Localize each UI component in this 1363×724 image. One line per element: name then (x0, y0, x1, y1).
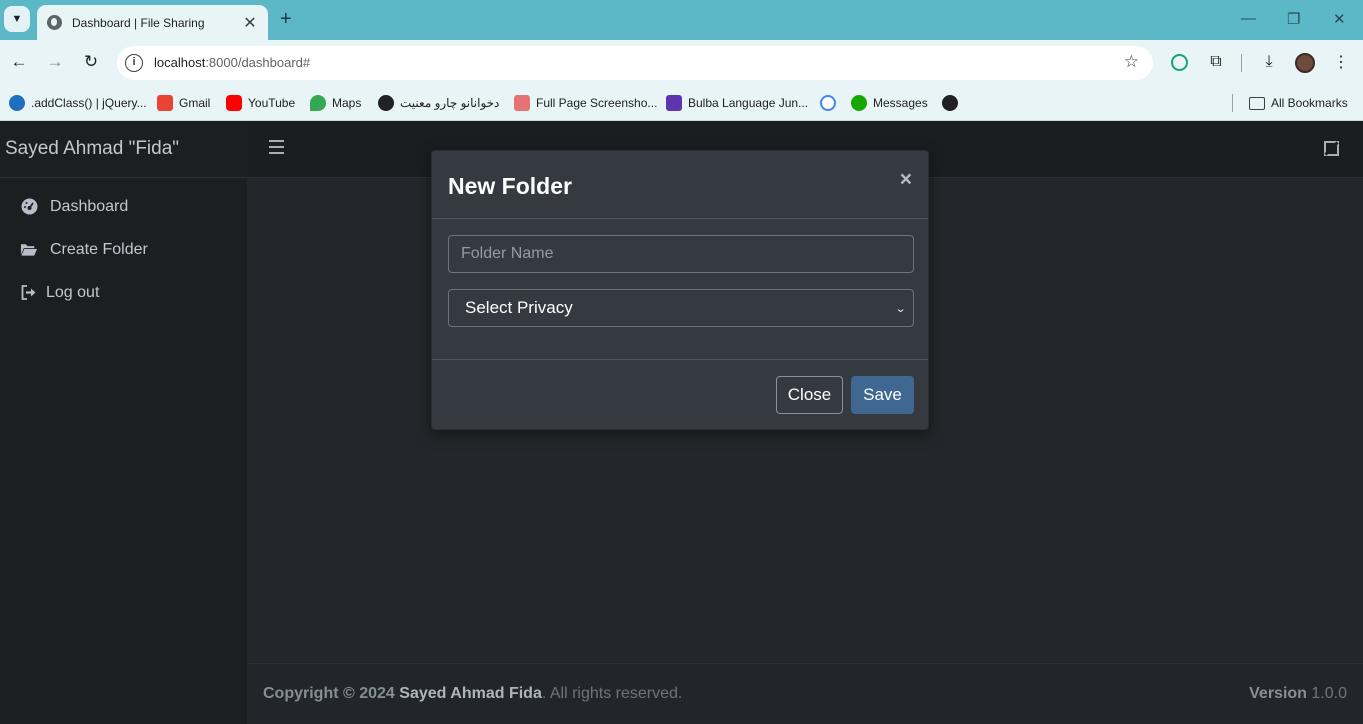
upwork-icon (851, 95, 867, 111)
sidebar-item-label: Create Folder (50, 240, 148, 258)
back-icon[interactable]: ← (9, 52, 29, 72)
sidebar: Sayed Ahmad "Fida" Dashboard Create Fold… (0, 121, 247, 724)
version-value: 1.0.0 (1311, 685, 1347, 702)
bookmarks-divider (1232, 94, 1233, 112)
bookmark-youtube[interactable]: YouTube (226, 93, 295, 113)
bookmark-jquery[interactable]: .addClass() | jQuery... (9, 93, 147, 113)
globe-favicon-icon (47, 15, 62, 30)
footer: Copyright © 2024 Sayed Ahmad Fida. All r… (247, 663, 1363, 724)
list-icon (666, 95, 682, 111)
grammarly-extension-icon[interactable] (1171, 54, 1188, 71)
dashboard-icon (20, 198, 38, 216)
tab-close-icon[interactable]: ✕ (242, 13, 258, 33)
youtube-icon (226, 95, 242, 111)
new-folder-modal: New Folder × Folder Name Select Privacy … (431, 150, 929, 430)
hamburger-menu-icon[interactable] (269, 140, 284, 154)
forward-icon[interactable]: → (45, 52, 65, 72)
privacy-select[interactable]: Select Privacy ⌄ (448, 289, 914, 327)
maps-pin-icon (310, 95, 326, 111)
modal-title: New Folder (448, 173, 572, 199)
copyright-prefix: Copyright © 2024 (263, 685, 395, 702)
folder-name-input[interactable]: Folder Name (448, 235, 914, 273)
browser-tab-bar: ▼ Dashboard | File Sharing ✕ + — ❐ ✕ (0, 0, 1363, 40)
site-info-icon[interactable]: i (125, 54, 143, 72)
modal-footer: Close Save (432, 360, 928, 430)
restore-icon[interactable]: ❐ (1287, 10, 1300, 28)
bookmark-star-icon[interactable]: ☆ (1124, 52, 1139, 72)
screenshot-extension-icon (514, 95, 530, 111)
save-button[interactable]: Save (851, 376, 914, 414)
version-label: Version (1249, 685, 1307, 702)
brand-title[interactable]: Sayed Ahmad "Fida" (0, 121, 247, 178)
sidebar-item-label: Log out (46, 283, 100, 301)
menu-kebab-icon[interactable]: ⋮ (1331, 52, 1351, 72)
bookmark-globe[interactable] (942, 93, 964, 113)
sidebar-item-create-folder[interactable]: Create Folder (0, 228, 247, 271)
bookmark-bulba[interactable]: Bulba Language Jun... (666, 93, 808, 113)
copyright-rights: . All rights reserved. (541, 685, 683, 702)
modal-close-icon[interactable]: × (900, 168, 912, 192)
toolbar-divider (1241, 54, 1242, 72)
tab-search-dropdown-icon[interactable]: ▼ (4, 6, 30, 32)
bookmark-screenshot[interactable]: Full Page Screensho... (514, 93, 657, 113)
fullscreen-icon[interactable] (1324, 141, 1339, 156)
window-close-icon[interactable]: ✕ (1333, 10, 1346, 28)
globe-icon (942, 95, 958, 111)
bookmarks-bar: .addClass() | jQuery... Gmail YouTube Ma… (0, 86, 1363, 121)
google-icon (820, 95, 836, 111)
minimize-icon[interactable]: — (1241, 10, 1256, 27)
folder-open-icon (20, 241, 38, 259)
address-bar[interactable]: i localhost:8000/dashboard# ☆ (117, 46, 1153, 80)
folder-icon (1249, 96, 1265, 110)
sidebar-item-logout[interactable]: Log out (0, 271, 247, 314)
bookmark-pashto[interactable]: دخوانانو چارو معنيت (378, 93, 499, 113)
new-tab-icon[interactable]: + (280, 8, 292, 31)
modal-header: New Folder × (432, 151, 928, 219)
bookmark-messages[interactable]: Messages (851, 93, 928, 113)
privacy-select-value: Select Privacy (465, 298, 573, 317)
chevron-down-icon: ⌄ (894, 302, 907, 315)
version-text: Version 1.0.0 (1249, 685, 1347, 703)
tab-title: Dashboard | File Sharing (72, 15, 205, 30)
all-bookmarks[interactable]: All Bookmarks (1249, 93, 1348, 113)
copyright-author[interactable]: Sayed Ahmad Fida (399, 685, 542, 702)
bookmark-maps[interactable]: Maps (310, 93, 361, 113)
profile-avatar[interactable] (1295, 53, 1315, 73)
sidebar-item-label: Dashboard (50, 197, 129, 215)
browser-toolbar: ← → ↻ i localhost:8000/dashboard# ☆ ⧉ ⤓ … (0, 40, 1363, 86)
close-button[interactable]: Close (776, 376, 843, 414)
sign-out-icon (20, 284, 38, 302)
reload-icon[interactable]: ↻ (81, 52, 101, 72)
globe-icon (378, 95, 394, 111)
gmail-icon (157, 95, 173, 111)
jquery-icon (9, 95, 25, 111)
modal-body: Folder Name Select Privacy ⌄ (432, 219, 928, 360)
url-text[interactable]: localhost:8000/dashboard# (154, 55, 310, 70)
bookmark-google[interactable] (820, 93, 842, 113)
download-icon[interactable]: ⤓ (1259, 52, 1279, 72)
sidebar-item-dashboard[interactable]: Dashboard (0, 185, 247, 228)
browser-tab-active[interactable]: Dashboard | File Sharing ✕ (37, 5, 268, 40)
copyright-text: Copyright © 2024 Sayed Ahmad Fida. All r… (263, 685, 682, 703)
bookmark-gmail[interactable]: Gmail (157, 93, 210, 113)
extensions-puzzle-icon[interactable]: ⧉ (1206, 52, 1226, 72)
